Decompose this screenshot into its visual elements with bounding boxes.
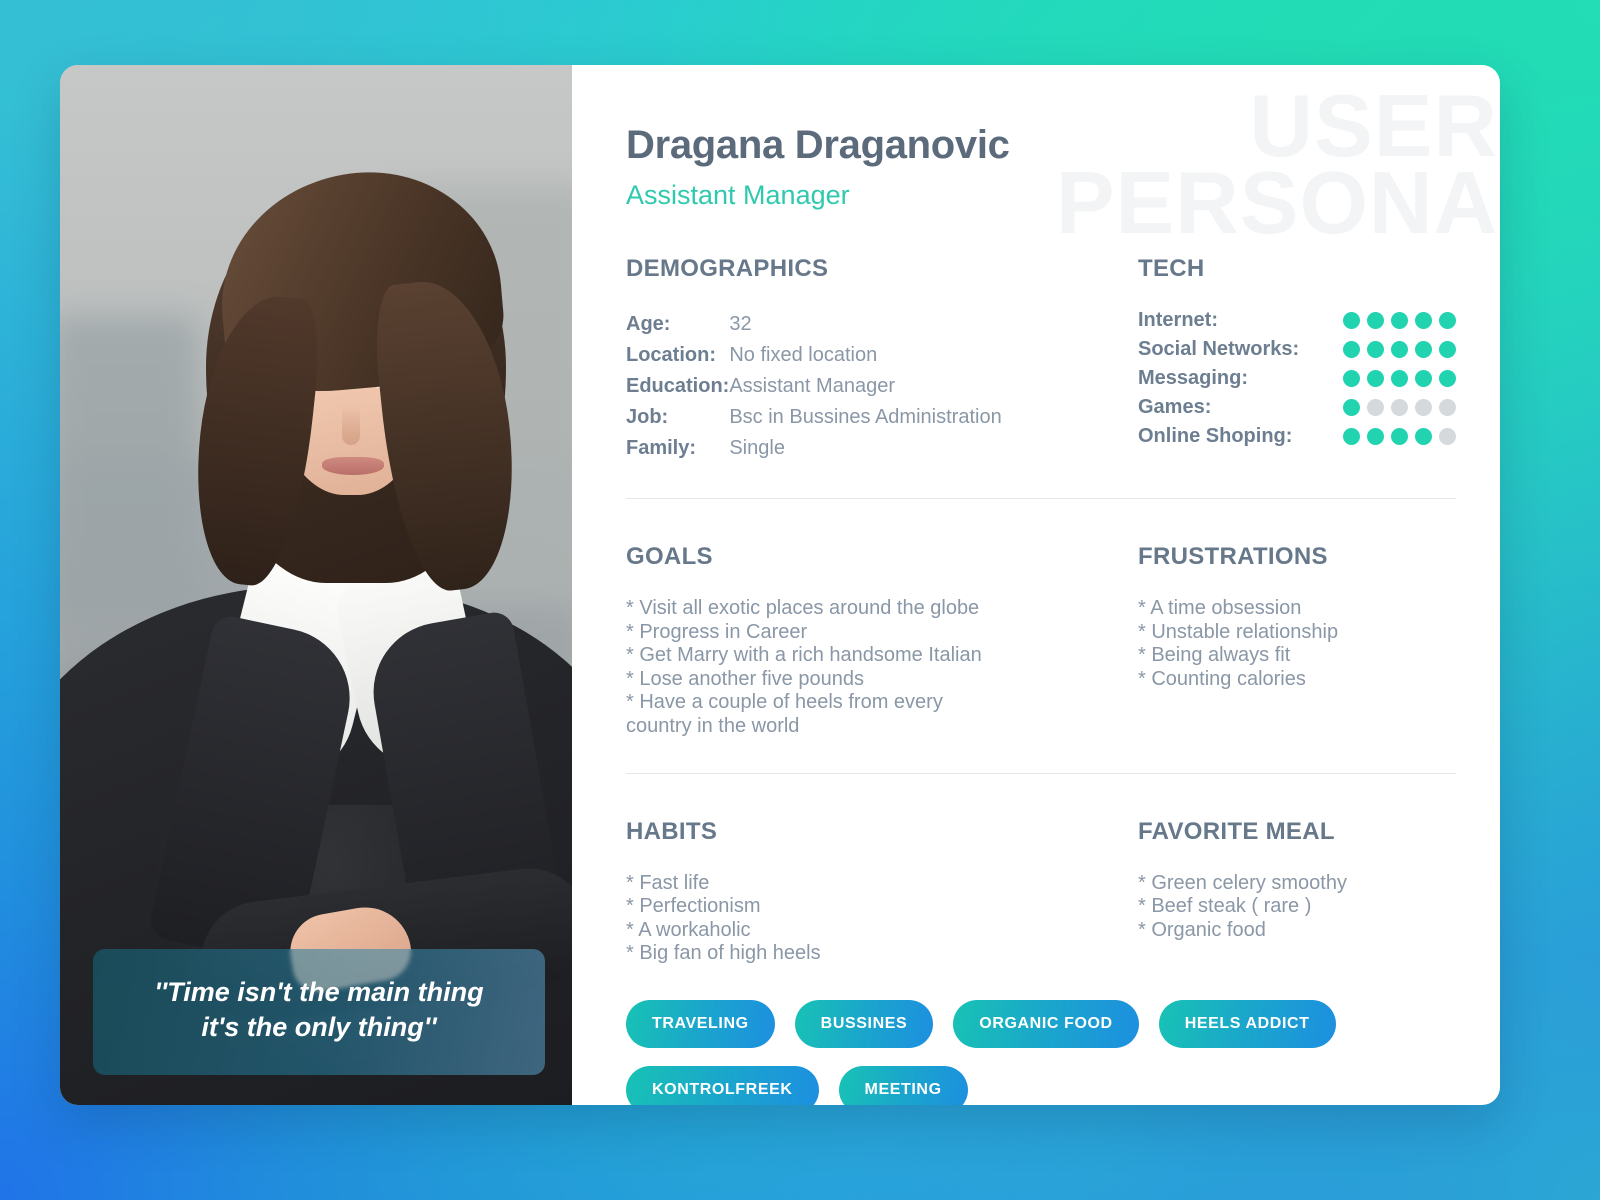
demographics-label: Location: xyxy=(626,344,716,366)
page-title: Dragana Draganovic xyxy=(626,123,1010,167)
rating-dot-filled xyxy=(1343,312,1360,329)
rating-dot-filled xyxy=(1415,370,1432,387)
rating-dot-filled xyxy=(1343,370,1360,387)
divider xyxy=(626,772,1456,774)
quote-text: ''Time isn't the main thing it's the onl… xyxy=(154,976,484,1042)
table-row: Location: No fixed location xyxy=(626,340,1002,371)
rating-dot-empty xyxy=(1415,399,1432,416)
goals-section: GOALS * Visit all exotic places around t… xyxy=(626,543,1138,739)
mouth xyxy=(322,457,384,475)
rating-dot-filled xyxy=(1391,428,1408,445)
rating-dot-filled xyxy=(1439,341,1456,358)
persona-photo: ''Time isn't the main thing it's the onl… xyxy=(60,65,572,1105)
rating-dot-filled xyxy=(1367,341,1384,358)
nose xyxy=(342,405,360,445)
frustrations-title: FRUSTRATIONS xyxy=(1138,543,1328,570)
tech-rating-row: Messaging: xyxy=(1138,367,1456,390)
rating-dots xyxy=(1343,312,1456,329)
demographics-value: No fixed location xyxy=(729,344,878,366)
rating-dot-filled xyxy=(1391,312,1408,329)
rating-dot-filled xyxy=(1367,312,1384,329)
goals-list: * Visit all exotic places around the glo… xyxy=(626,597,982,737)
tag-kontrolfreek[interactable]: KONTROLFREEK xyxy=(626,1065,819,1105)
tech-rating-row: Social Networks: xyxy=(1138,338,1456,361)
tech-title: TECH xyxy=(1138,255,1205,282)
rating-dots xyxy=(1343,370,1456,387)
rating-dot-filled xyxy=(1439,370,1456,387)
demographics-tech-row: DEMOGRAPHICS Age: 32 Location: No fixed … xyxy=(626,255,1456,464)
rating-dot-empty xyxy=(1367,399,1384,416)
rating-dot-filled xyxy=(1415,312,1432,329)
demographics-section: DEMOGRAPHICS Age: 32 Location: No fixed … xyxy=(626,255,1138,464)
demographics-value: Assistant Manager xyxy=(729,375,895,397)
rating-dots xyxy=(1343,428,1456,445)
demographics-label: Job: xyxy=(626,406,669,428)
quote-box: ''Time isn't the main thing it's the onl… xyxy=(93,948,545,1075)
habits-section: HABITS * Fast life * Perfectionism * A w… xyxy=(626,818,1138,966)
table-row: Job: Bsc in Bussines Administration xyxy=(626,402,1002,433)
table-row: Age: 32 xyxy=(626,309,1002,340)
tag-traveling[interactable]: TRAVELING xyxy=(626,999,775,1048)
rating-dot-filled xyxy=(1367,428,1384,445)
persona-content: USER PERSONA Dragana Draganovic Assistan… xyxy=(572,65,1500,1105)
demographics-label: Education: xyxy=(626,375,730,397)
goals-title: GOALS xyxy=(626,543,713,570)
person-role: Assistant Manager xyxy=(626,180,850,210)
favorite-meal-list: * Green celery smoothy * Beef steak ( ra… xyxy=(1138,871,1347,941)
tag-bussines[interactable]: BUSSINES xyxy=(794,999,934,1048)
table-row: Family: Single xyxy=(626,433,1002,464)
habits-meal-row: HABITS * Fast life * Perfectionism * A w… xyxy=(626,818,1456,966)
rating-dot-filled xyxy=(1391,370,1408,387)
tag-heels-addict[interactable]: HEELS ADDICT xyxy=(1158,999,1336,1048)
frustrations-section: FRUSTRATIONS * A time obsession * Unstab… xyxy=(1138,543,1456,739)
tag-meeting[interactable]: MEETING xyxy=(838,1065,968,1105)
rating-dot-empty xyxy=(1391,399,1408,416)
habits-title: HABITS xyxy=(626,817,718,845)
tech-rating-row: Online Shoping: xyxy=(1138,425,1456,448)
tag-organic-food[interactable]: ORGANIC FOOD xyxy=(953,999,1139,1048)
demographics-label: Age: xyxy=(626,313,671,335)
demographics-title: DEMOGRAPHICS xyxy=(626,255,829,282)
favorite-meal-title: FAVORITE MEAL xyxy=(1138,817,1335,845)
tech-rating-row: Internet: xyxy=(1138,309,1456,332)
rating-dot-filled xyxy=(1439,312,1456,329)
goals-frustrations-row: GOALS * Visit all exotic places around t… xyxy=(626,543,1456,739)
demographics-label: Family: xyxy=(626,437,697,459)
demographics-value: Single xyxy=(729,437,785,459)
table-row: Education: Assistant Manager xyxy=(626,371,1002,402)
demographics-table: Age: 32 Location: No fixed location Educ… xyxy=(626,309,1002,464)
rating-dot-filled xyxy=(1367,370,1384,387)
rating-dot-filled xyxy=(1343,399,1360,416)
tech-label: Online Shoping: xyxy=(1138,425,1293,447)
rating-dots xyxy=(1343,341,1456,358)
habits-list: * Fast life * Perfectionism * A workahol… xyxy=(626,871,821,965)
rating-dot-filled xyxy=(1391,341,1408,358)
demographics-value: 32 xyxy=(729,313,752,335)
rating-dot-empty xyxy=(1439,428,1456,445)
rating-dot-filled xyxy=(1415,428,1432,445)
tech-label: Games: xyxy=(1138,396,1212,418)
tech-label: Internet: xyxy=(1138,309,1218,331)
rating-dot-empty xyxy=(1439,399,1456,416)
tech-ratings: Internet: Social Networks: Messaging: Ga… xyxy=(1138,309,1456,448)
demographics-value: Bsc in Bussines Administration xyxy=(729,406,1002,428)
rating-dot-filled xyxy=(1343,341,1360,358)
tech-section: TECH Internet: Social Networks: Messagin… xyxy=(1138,255,1456,464)
frustrations-list: * A time obsession * Unstable relationsh… xyxy=(1138,597,1339,690)
tech-label: Messaging: xyxy=(1138,367,1249,389)
tech-label: Social Networks: xyxy=(1138,338,1300,360)
divider xyxy=(626,498,1456,499)
tech-rating-row: Games: xyxy=(1138,396,1456,419)
persona-card: ''Time isn't the main thing it's the onl… xyxy=(60,65,1500,1105)
rating-dot-filled xyxy=(1415,341,1432,358)
rating-dots xyxy=(1343,399,1456,416)
rating-dot-filled xyxy=(1343,428,1360,445)
favorite-meal-section: FAVORITE MEAL * Green celery smoothy * B… xyxy=(1138,818,1456,966)
tag-list: TRAVELING BUSSINES ORGANIC FOOD HEELS AD… xyxy=(626,999,1371,1105)
